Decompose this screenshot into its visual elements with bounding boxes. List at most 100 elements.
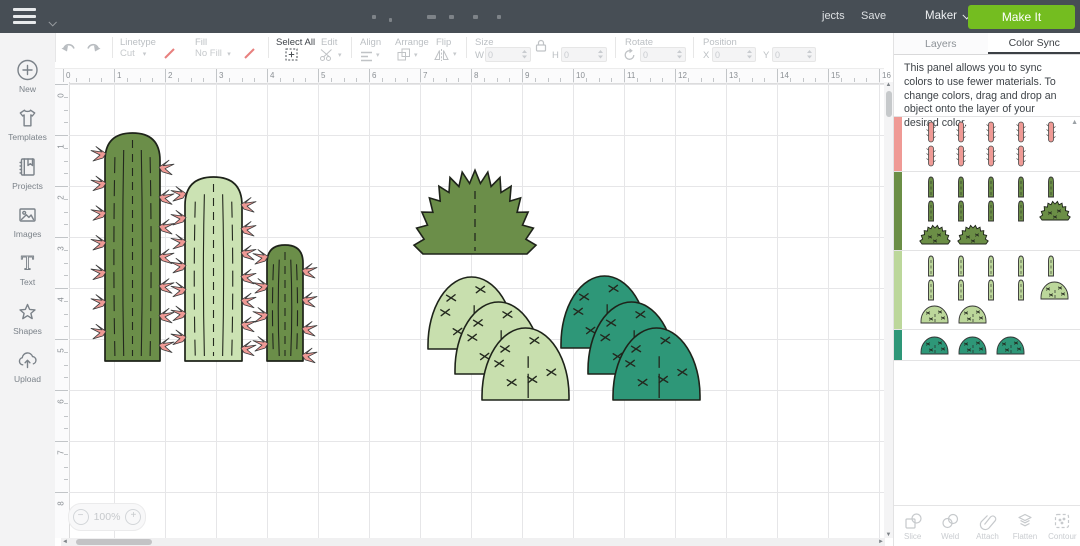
width-input[interactable]: 0 — [485, 47, 531, 62]
zoom-out-button[interactable]: − — [72, 509, 89, 525]
color-sync-row-olive-green[interactable] — [894, 171, 1080, 250]
layer-thumbnail-dome[interactable] — [956, 302, 990, 326]
layer-thumbnail-sliver[interactable] — [1046, 175, 1056, 199]
undo-icon[interactable] — [60, 40, 77, 59]
machine-selector[interactable]: Maker — [925, 10, 972, 22]
layer-thumbnail-bush[interactable] — [916, 223, 954, 247]
redo-icon[interactable] — [85, 40, 102, 59]
header-chevron-icon[interactable] — [48, 13, 57, 31]
sidebar-item-templates[interactable]: Templates — [0, 100, 55, 148]
sidebar-item-images[interactable]: Images — [0, 197, 55, 245]
color-sync-row-salmon[interactable] — [894, 116, 1080, 171]
sidebar-item-shapes[interactable]: Shapes — [0, 293, 55, 341]
layer-thumbnail-sliver[interactable] — [956, 175, 966, 199]
lock-icon[interactable] — [535, 39, 547, 57]
panel-scroll-up-icon[interactable]: ▲ — [1071, 119, 1078, 126]
layer-thumbnail-spine[interactable] — [1014, 144, 1028, 168]
scroll-left-icon[interactable]: ◄ — [62, 539, 68, 545]
layer-thumbnail-sliver[interactable] — [1016, 175, 1026, 199]
action-label: Slice — [904, 532, 922, 541]
fill-color-swatch[interactable] — [243, 47, 256, 60]
sidebar-item-projects[interactable]: Projects — [0, 149, 55, 197]
layer-thumbnail-dome[interactable] — [956, 333, 990, 357]
layer-thumbnail-sliver[interactable] — [926, 254, 936, 278]
fill-dropdown[interactable]: No Fill ▾ — [195, 48, 231, 59]
sidebar-item-new[interactable]: New — [0, 52, 55, 100]
layer-thumbnail-sliver[interactable] — [986, 278, 996, 302]
rotate-input[interactable]: 0 — [640, 47, 686, 62]
layer-thumbnail-spine[interactable] — [984, 120, 998, 144]
attach-icon — [979, 515, 996, 531]
color-sync-row-light-green[interactable] — [894, 250, 1080, 329]
layer-thumbnail-sliver[interactable] — [986, 175, 996, 199]
tab-layers[interactable]: Layers — [894, 33, 988, 54]
layer-thumbnail-spine[interactable] — [924, 120, 938, 144]
edit-label[interactable]: Edit — [321, 37, 337, 48]
layer-thumbnail-spine[interactable] — [1044, 120, 1058, 144]
layer-thumbnail-sliver[interactable] — [956, 278, 966, 302]
zoom-in-button[interactable]: + — [125, 509, 142, 525]
color-sync-row-teal[interactable] — [894, 329, 1080, 360]
flip-label[interactable]: Flip — [436, 37, 451, 48]
cactus-tall-light[interactable] — [170, 176, 257, 362]
tab-color-sync[interactable]: Color Sync — [987, 33, 1080, 54]
canvas-artwork[interactable] — [55, 62, 893, 538]
sidebar-item-label: Images — [13, 229, 42, 240]
dome-cactus-group-light[interactable] — [427, 276, 570, 401]
layer-thumbnail-spine[interactable] — [924, 144, 938, 168]
layer-thumbnail-bush[interactable] — [954, 223, 992, 247]
horizontal-scrollbar[interactable]: ◄ ► — [61, 538, 885, 546]
layer-thumbnail-dome[interactable] — [994, 333, 1028, 357]
sidebar-item-upload[interactable]: Upload — [0, 342, 55, 390]
vertical-scrollbar[interactable]: ▲ ▼ — [884, 82, 893, 538]
layer-thumbnail-bush[interactable] — [1036, 199, 1074, 223]
weld-button[interactable]: Weld — [931, 506, 968, 546]
stepper-icon[interactable] — [521, 49, 528, 60]
layer-thumbnail-sliver[interactable] — [926, 175, 936, 199]
height-input[interactable]: 0 — [561, 47, 607, 62]
layer-thumbnail-sliver[interactable] — [1046, 254, 1056, 278]
scroll-up-icon[interactable]: ▲ — [886, 82, 892, 88]
action-label: Weld — [941, 532, 960, 541]
position-y-input[interactable]: 0 — [772, 47, 816, 62]
position-x-input[interactable]: 0 — [712, 47, 756, 62]
layer-thumbnail-sliver[interactable] — [1016, 278, 1026, 302]
make-it-button[interactable]: Make It — [968, 5, 1075, 29]
sidebar-item-text[interactable]: T Text — [0, 245, 55, 293]
scroll-down-icon[interactable]: ▼ — [886, 532, 892, 538]
save-button[interactable]: Save — [861, 10, 886, 22]
layer-thumbnail-sliver[interactable] — [986, 199, 996, 223]
layer-thumbnail-spine[interactable] — [954, 120, 968, 144]
linetype-dropdown[interactable]: Cut ▾ — [120, 48, 146, 59]
layer-thumbnail-dome[interactable] — [918, 333, 952, 357]
horizontal-scroll-thumb[interactable] — [76, 539, 152, 545]
projects-link[interactable]: jects — [822, 10, 845, 22]
select-all-button[interactable]: Select All — [276, 37, 315, 48]
layer-thumbnail-sliver[interactable] — [926, 199, 936, 223]
cactus-short-dark[interactable] — [252, 244, 318, 364]
layer-thumbnail-spine[interactable] — [954, 144, 968, 168]
layer-thumbnail-sliver[interactable] — [956, 254, 966, 278]
layer-thumbnail-spine[interactable] — [984, 144, 998, 168]
layer-thumbnail-dome[interactable] — [918, 302, 952, 326]
scroll-right-icon[interactable]: ► — [878, 539, 884, 545]
layer-thumbnail-sliver[interactable] — [1016, 254, 1026, 278]
vertical-scroll-thumb[interactable] — [885, 91, 892, 117]
layer-thumbnail-sliver[interactable] — [986, 254, 996, 278]
dome-cactus-group-teal[interactable] — [560, 275, 701, 401]
menu-icon[interactable] — [13, 8, 36, 25]
slice-button[interactable]: Slice — [894, 506, 931, 546]
flatten-button[interactable]: Flatten — [1006, 506, 1043, 546]
layer-thumbnail-sliver[interactable] — [926, 278, 936, 302]
attach-button[interactable]: Attach — [969, 506, 1006, 546]
align-label[interactable]: Align — [360, 37, 381, 48]
linetype-color-swatch[interactable] — [163, 47, 176, 60]
cactus-tall-dark[interactable] — [90, 132, 175, 362]
layer-thumbnail-sliver[interactable] — [1016, 199, 1026, 223]
contour-button[interactable]: Contour — [1044, 506, 1080, 546]
arrange-label[interactable]: Arrange — [395, 37, 429, 48]
layer-thumbnail-sliver[interactable] — [956, 199, 966, 223]
spiky-bush-cactus[interactable] — [412, 168, 538, 255]
layer-thumbnail-spine[interactable] — [1014, 120, 1028, 144]
layer-thumbnail-dome[interactable] — [1038, 278, 1072, 302]
